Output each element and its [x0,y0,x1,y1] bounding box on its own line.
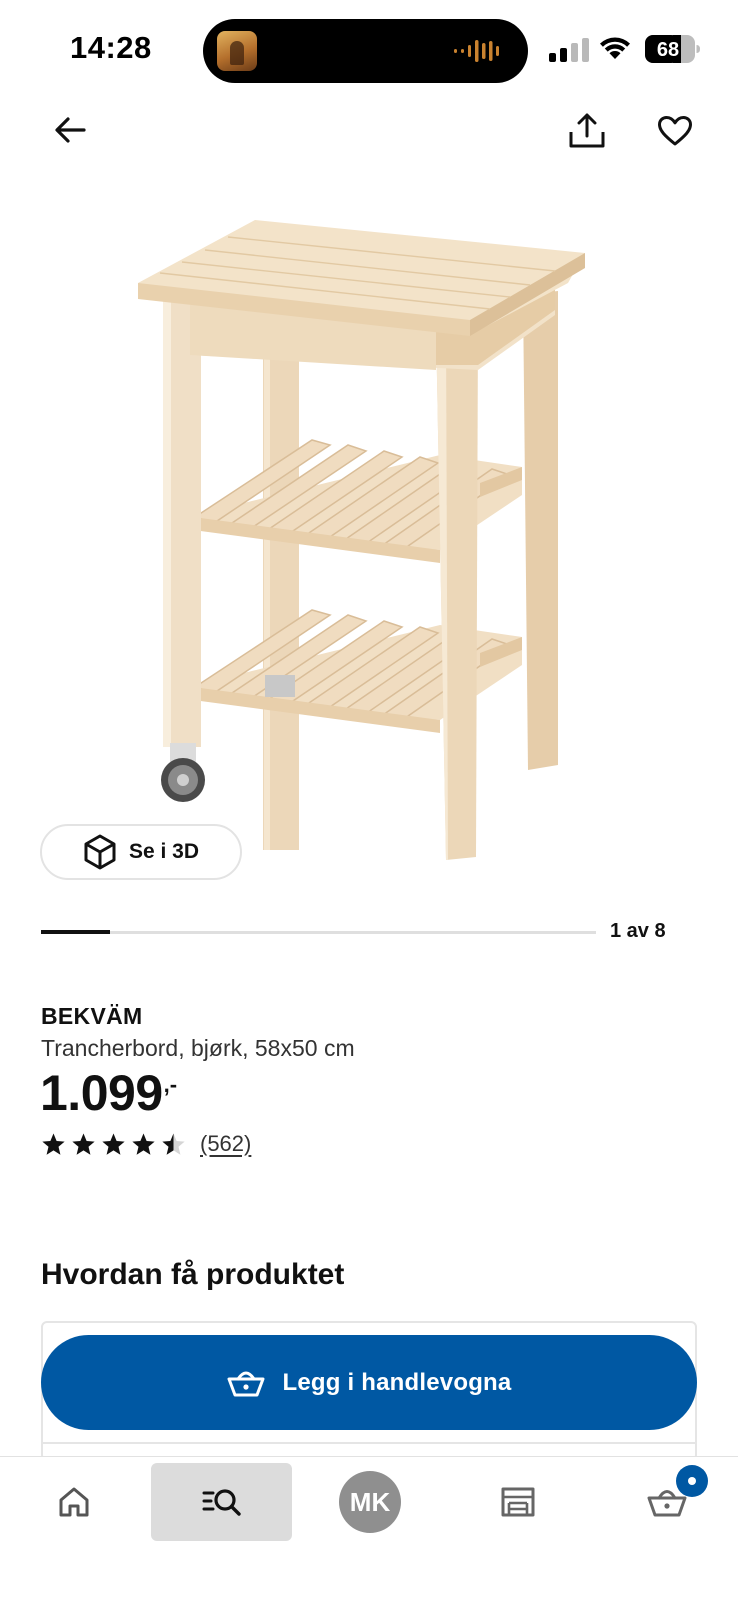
arrow-left-icon [55,117,86,143]
price-amount: 1.099 [40,1065,163,1121]
nav-profile[interactable]: MK [337,1463,403,1541]
audio-waveform-icon [454,40,499,62]
basket-icon [227,1371,265,1396]
star-full-icon [42,1133,65,1155]
home-icon [59,1487,89,1517]
product-rating[interactable]: (562) [41,1131,251,1157]
heart-icon [658,116,692,146]
status-bar: 14:28 68 [0,0,738,100]
star-full-icon [102,1133,125,1155]
avatar: MK [339,1471,401,1533]
cellular-signal-icon [549,38,589,62]
back-button[interactable] [48,108,92,152]
star-full-icon [72,1133,95,1155]
status-time: 14:28 [70,30,152,65]
add-to-cart-button[interactable]: Legg i handlevogna [41,1335,697,1430]
dynamic-island[interactable] [203,19,528,83]
add-to-cart-label: Legg i handlevogna [282,1368,512,1396]
search-list-icon [202,1489,241,1516]
view-in-3d-label: Se i 3D [128,840,200,863]
carousel-progress-fill [41,930,111,934]
price-suffix: ,- [163,1072,178,1097]
nav-home[interactable] [44,1463,104,1541]
cube-3d-icon [84,834,116,870]
cart-badge-dot [688,1477,696,1485]
battery-icon: 68 [645,35,700,63]
view-in-3d-button[interactable]: Se i 3D [40,824,242,880]
rating-stars [41,1132,186,1157]
now-playing-artwork [217,31,257,71]
how-to-get-product-heading: Hvordan få produktet [41,1258,345,1291]
nav-search[interactable] [151,1463,292,1541]
star-full-icon [132,1133,155,1155]
product-image[interactable] [130,205,610,885]
card-divider [41,1442,697,1444]
wifi-icon [600,37,630,59]
cart-badge [676,1465,708,1497]
image-carousel-progress[interactable] [41,930,596,934]
bottom-navigation: MK [0,1456,738,1600]
product-price: 1.099 ,- [40,1066,177,1121]
review-count-link[interactable]: (562) [200,1131,251,1157]
product-name: BEKVÄM [41,1003,143,1029]
store-icon [501,1487,535,1517]
share-button[interactable] [564,108,610,154]
nav-stores[interactable] [488,1463,548,1541]
product-description: Trancherbord, bjørk, 58x50 cm [41,1035,355,1061]
share-icon [569,113,605,148]
image-counter: 1 av 8 [610,920,666,942]
favorite-button[interactable] [652,108,698,154]
battery-level: 68 [657,39,679,61]
star-half-icon [162,1133,185,1155]
